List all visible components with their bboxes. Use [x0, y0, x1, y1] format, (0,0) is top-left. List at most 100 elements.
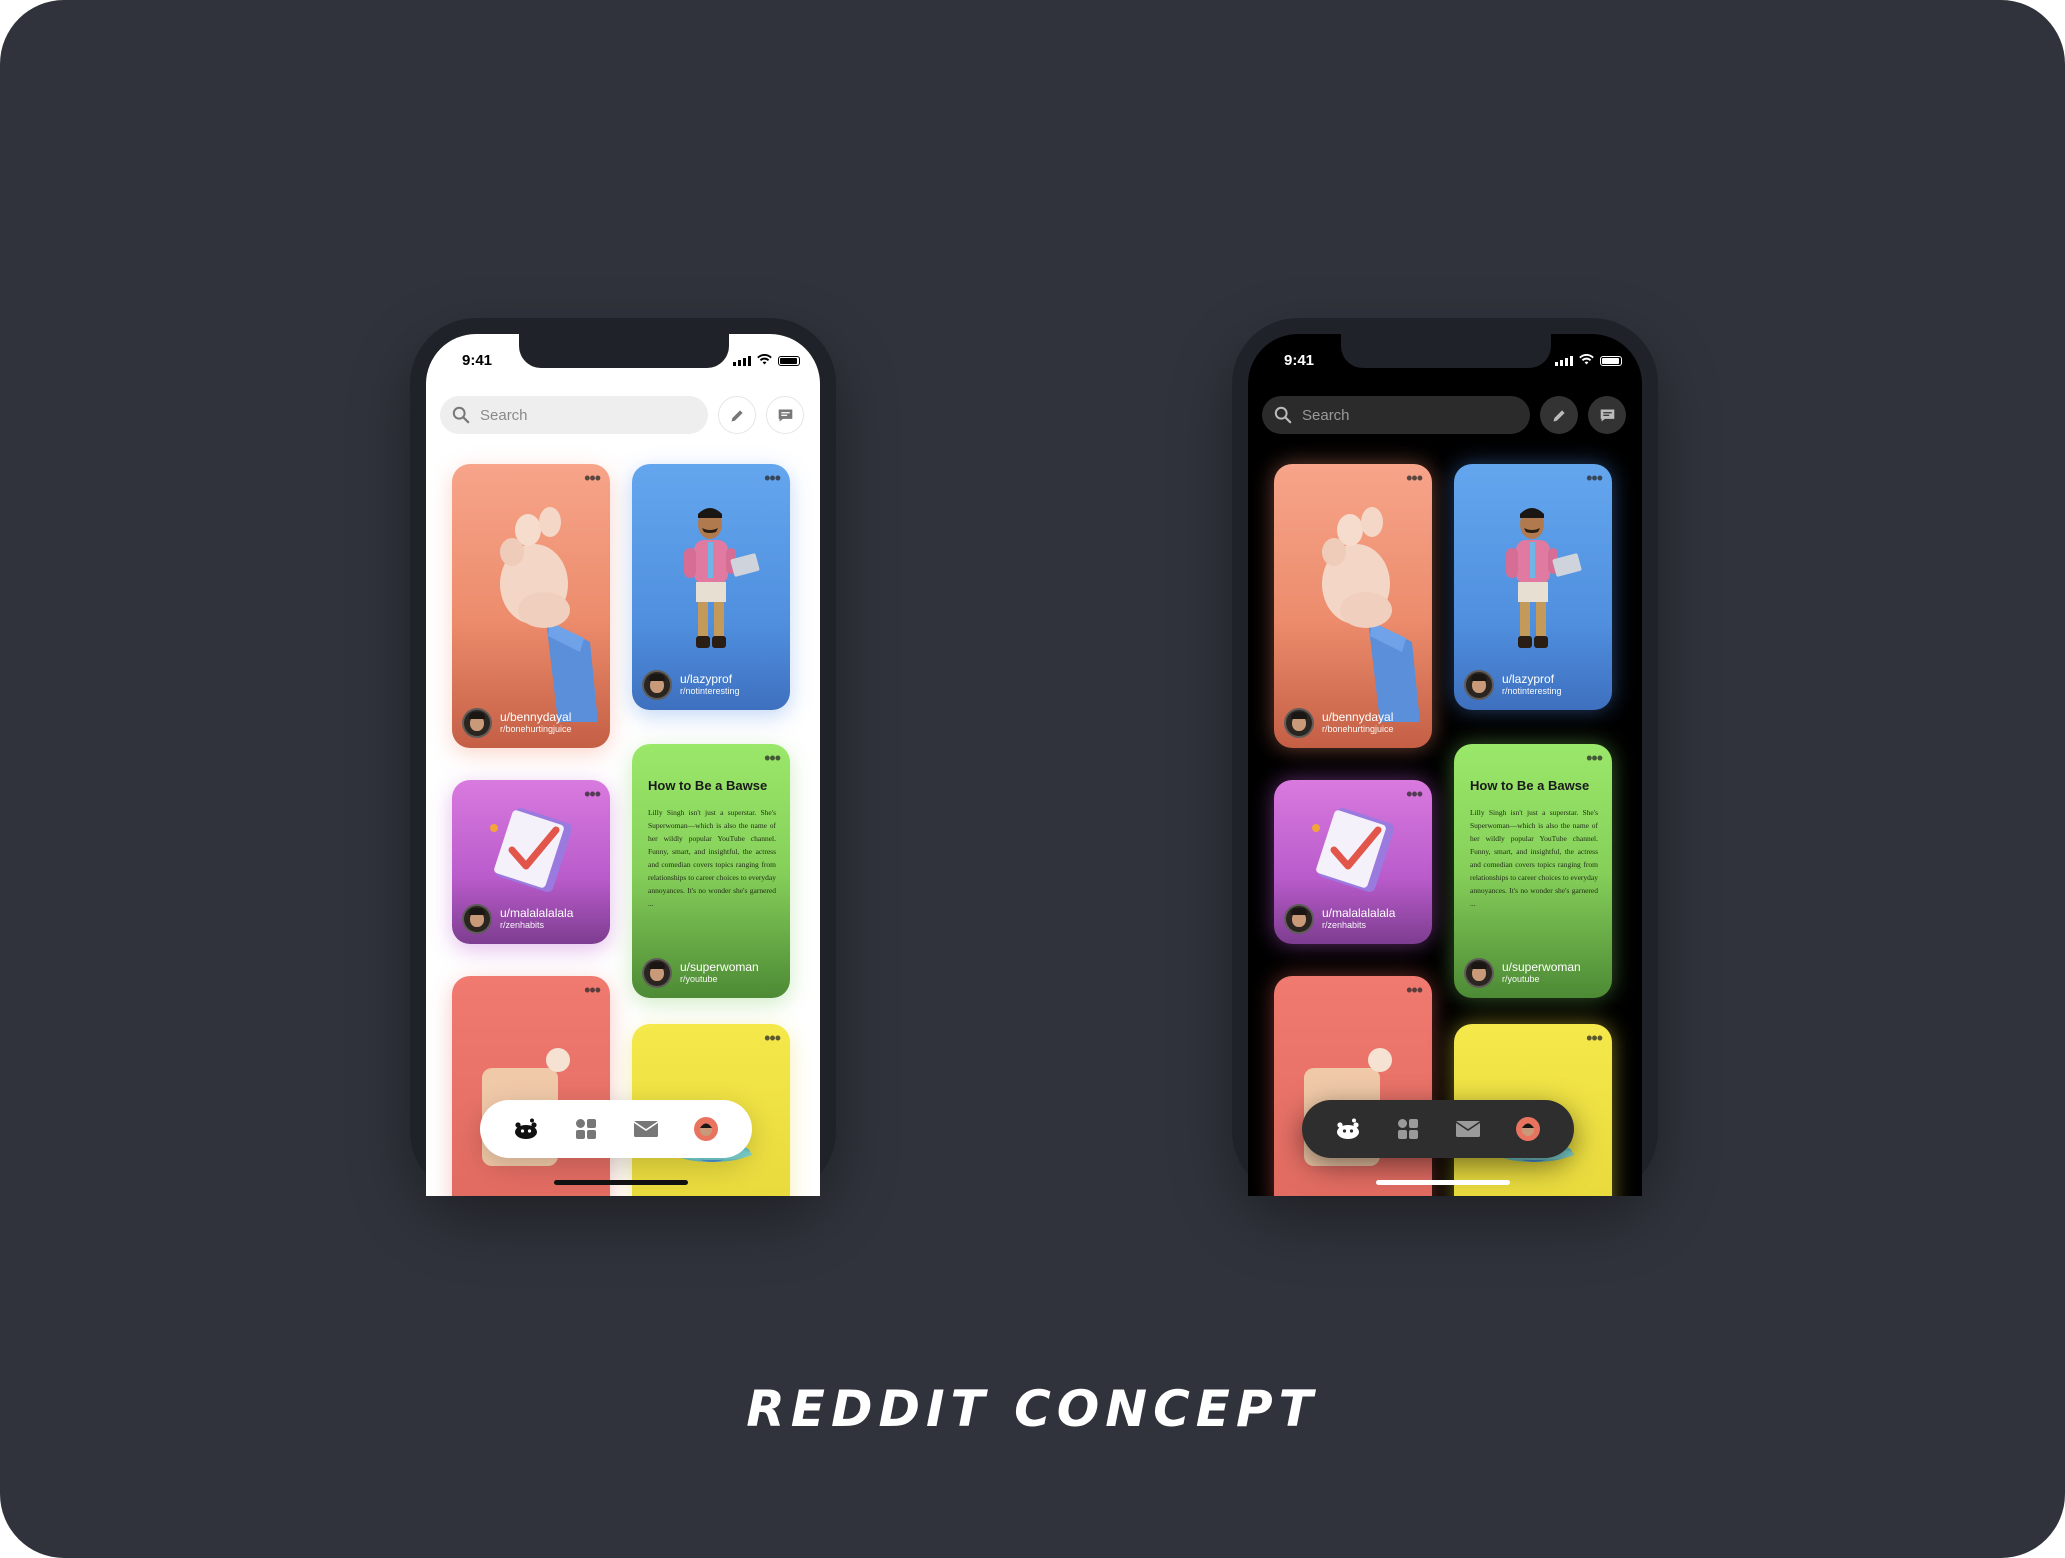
home-indicator	[554, 1180, 688, 1185]
chat-button[interactable]	[1588, 396, 1626, 434]
text-post-card[interactable]: ••• How to Be a Bawse Lilly Singh isn't …	[632, 744, 790, 998]
presentation-canvas: 9:41 Search ••• u/bennydayal r/bonehurti…	[0, 0, 2065, 1558]
post-author[interactable]: u/malalalalala r/zenhabits	[1284, 904, 1395, 934]
pencil-icon	[1553, 409, 1565, 421]
post-body: Lilly Singh isn't just a superstar. She'…	[1470, 808, 1598, 908]
subreddit-name: r/youtube	[1502, 974, 1540, 984]
more-options-icon[interactable]: •••	[764, 1029, 781, 1047]
checklist-illustration	[490, 808, 573, 892]
post-author[interactable]: u/malalalalala r/zenhabits	[462, 904, 573, 934]
post-card[interactable]: •••	[452, 976, 610, 1196]
more-options-icon[interactable]: •••	[1406, 981, 1423, 999]
chat-icon	[1600, 409, 1614, 421]
status-time: 9:41	[1284, 352, 1315, 369]
username: u/superwoman	[680, 960, 759, 974]
search-icon	[1274, 406, 1292, 424]
character-illustration	[684, 508, 760, 648]
user-avatar	[462, 708, 492, 738]
grid-icon[interactable]	[1395, 1116, 1421, 1142]
reddit-home-icon[interactable]	[513, 1116, 539, 1142]
post-card[interactable]: •••	[1274, 976, 1432, 1196]
search-placeholder: Search	[1302, 406, 1350, 424]
user-avatar	[1284, 708, 1314, 738]
phone-screen: 9:41 Search ••• u/bennydayal r/bonehurti…	[426, 334, 820, 1196]
reddit-home-icon[interactable]	[1335, 1116, 1361, 1142]
status-time: 9:41	[462, 352, 493, 369]
create-post-button[interactable]	[1540, 396, 1578, 434]
post-card[interactable]: ••• u/bennydayal r/bonehurtingjuice	[1274, 464, 1432, 748]
subreddit-name: r/notinteresting	[1502, 686, 1562, 696]
more-options-icon[interactable]: •••	[1586, 749, 1603, 767]
post-card[interactable]: •••	[1454, 464, 1612, 710]
username: u/malalalalala	[500, 906, 574, 920]
more-options-icon[interactable]: •••	[584, 469, 601, 487]
battery-icon	[1600, 355, 1622, 366]
post-card[interactable]: ••• u/malalalalala r/zenhabits	[452, 780, 610, 944]
create-post-button[interactable]	[718, 396, 756, 434]
post-body: Lilly Singh isn't just a superstar. She'…	[648, 808, 776, 908]
wifi-icon	[1579, 353, 1594, 367]
username: u/lazyprof	[680, 672, 733, 686]
user-avatar	[642, 670, 672, 700]
hand-illustration	[500, 507, 598, 722]
more-options-icon[interactable]: •••	[764, 749, 781, 767]
subreddit-name: r/bonehurtingjuice	[500, 724, 572, 734]
post-card[interactable]: ••• u/malalalalala r/zenhabits	[1274, 780, 1432, 944]
search-bar[interactable]: Search	[1262, 396, 1530, 434]
more-options-icon[interactable]: •••	[764, 469, 781, 487]
post-author[interactable]: u/superwoman r/youtube	[1464, 958, 1581, 988]
chat-icon	[778, 409, 792, 421]
post-author[interactable]: u/lazyprof r/notinteresting	[642, 670, 740, 700]
presentation-caption: REDDIT CONCEPT	[746, 1380, 1319, 1438]
user-avatar	[1284, 904, 1314, 934]
post-card[interactable]: •••	[632, 464, 790, 710]
battery-icon	[778, 355, 800, 366]
grid-icon[interactable]	[573, 1116, 599, 1142]
username: u/malalalalala	[1322, 906, 1396, 920]
more-options-icon[interactable]: •••	[1586, 1029, 1603, 1047]
mail-icon[interactable]	[1455, 1116, 1481, 1142]
status-icons	[733, 353, 800, 367]
phone-notch	[1341, 334, 1551, 368]
hand-illustration	[1322, 507, 1420, 722]
subreddit-name: r/bonehurtingjuice	[1322, 724, 1394, 734]
subreddit-name: r/zenhabits	[500, 920, 545, 930]
post-author[interactable]: u/bennydayal r/bonehurtingjuice	[462, 708, 572, 738]
post-author[interactable]: u/bennydayal r/bonehurtingjuice	[1284, 708, 1394, 738]
phone-dark-mode: 9:41 Search ••• u/bennydayal r/bonehurti…	[1232, 318, 1658, 1197]
chat-button[interactable]	[766, 396, 804, 434]
signal-icon	[1555, 355, 1573, 366]
profile-avatar-icon[interactable]	[1515, 1116, 1541, 1142]
username: u/bennydayal	[1322, 710, 1394, 724]
more-options-icon[interactable]: •••	[1586, 469, 1603, 487]
bottom-navigation	[480, 1100, 752, 1158]
more-options-icon[interactable]: •••	[584, 785, 601, 803]
bottom-navigation	[1302, 1100, 1574, 1158]
home-indicator	[1376, 1180, 1510, 1185]
phone-light-mode: 9:41 Search ••• u/bennydayal r/bonehurti…	[410, 318, 836, 1197]
subreddit-name: r/notinteresting	[680, 686, 740, 696]
post-author[interactable]: u/lazyprof r/notinteresting	[1464, 670, 1562, 700]
character-illustration	[1506, 508, 1582, 648]
phone-screen: 9:41 Search ••• u/bennydayal r/bonehurti…	[1248, 334, 1642, 1196]
mail-icon[interactable]	[633, 1116, 659, 1142]
user-avatar	[642, 958, 672, 988]
search-bar[interactable]: Search	[440, 396, 708, 434]
user-avatar	[462, 904, 492, 934]
more-options-icon[interactable]: •••	[1406, 469, 1423, 487]
username: u/bennydayal	[500, 710, 572, 724]
subreddit-name: r/zenhabits	[1322, 920, 1367, 930]
more-options-icon[interactable]: •••	[584, 981, 601, 999]
profile-avatar-icon[interactable]	[693, 1116, 719, 1142]
text-post-card[interactable]: ••• How to Be a Bawse Lilly Singh isn't …	[1454, 744, 1612, 998]
subreddit-name: r/youtube	[680, 974, 718, 984]
status-icons	[1555, 353, 1622, 367]
post-card[interactable]: ••• u/bennydayal r/bonehurtingjuice	[452, 464, 610, 748]
post-author[interactable]: u/superwoman r/youtube	[642, 958, 759, 988]
post-title: How to Be a Bawse	[1470, 778, 1590, 793]
user-avatar	[1464, 670, 1494, 700]
pencil-icon	[731, 409, 743, 421]
more-options-icon[interactable]: •••	[1406, 785, 1423, 803]
checklist-illustration	[1312, 808, 1395, 892]
signal-icon	[733, 355, 751, 366]
